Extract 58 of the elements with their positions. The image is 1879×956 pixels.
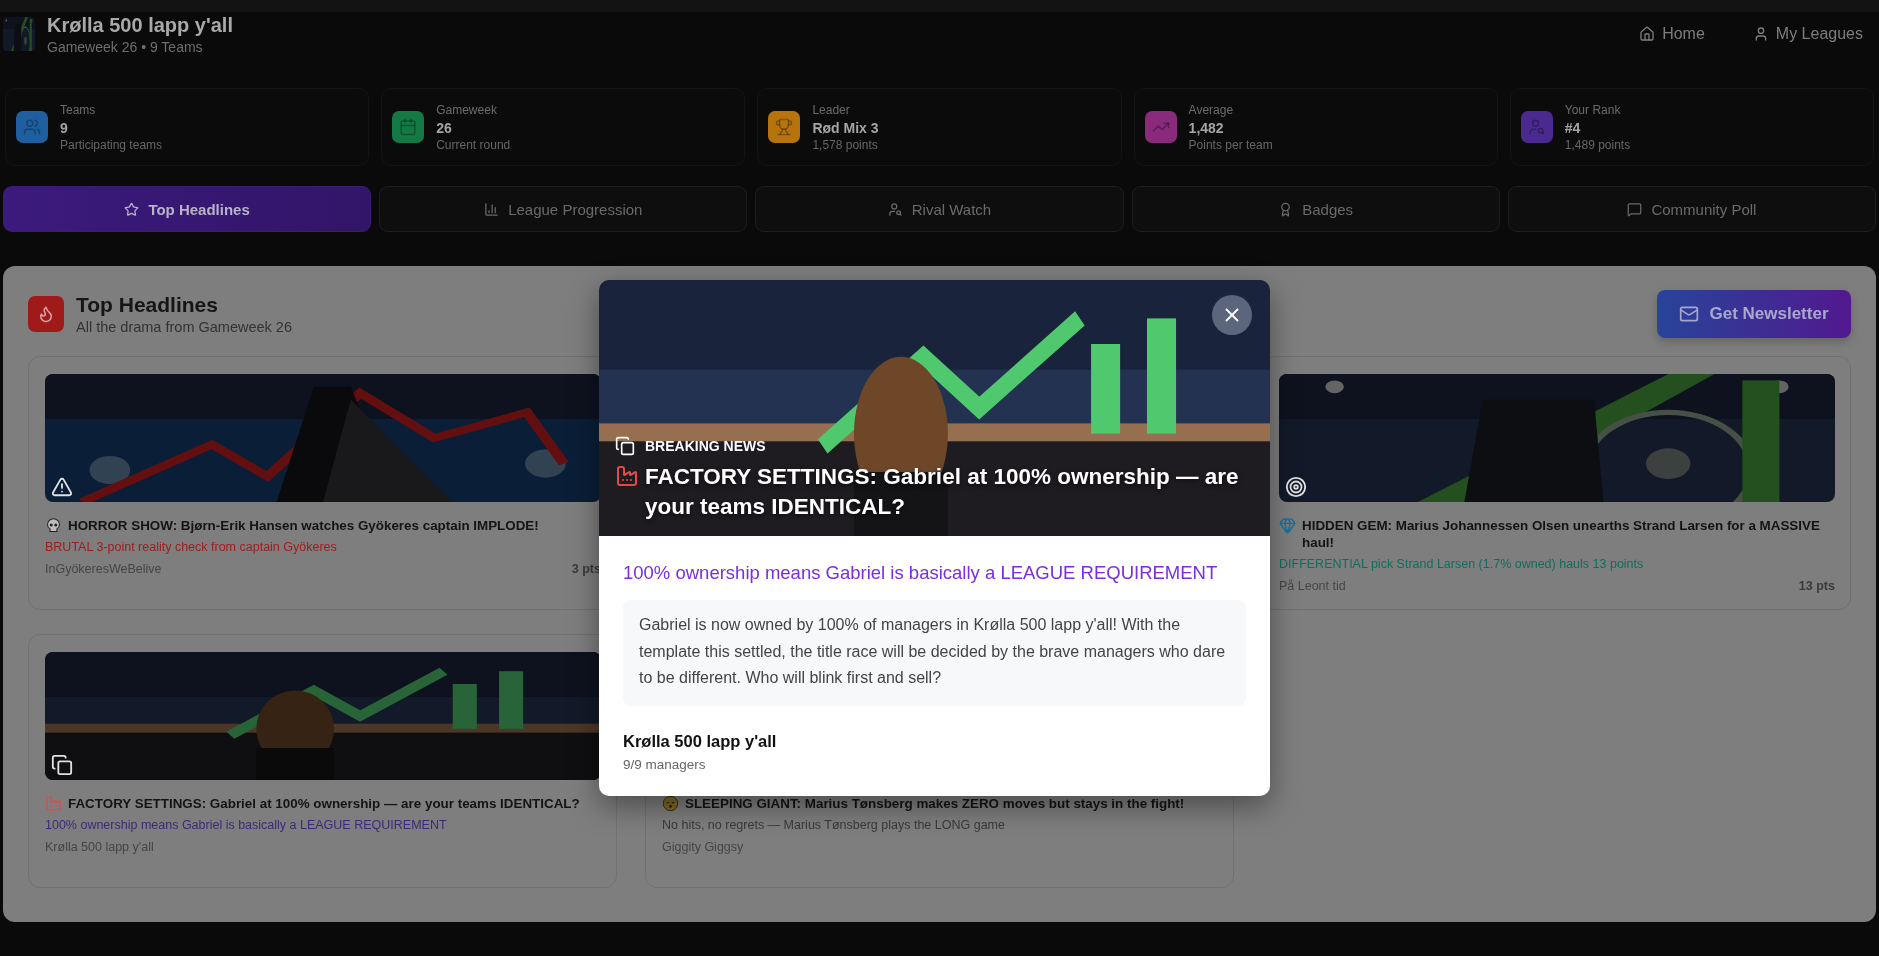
- dialog-tagline: 100% ownership means Gabriel is basically a LEAGUE REQUIREMENT: [623, 562, 1219, 584]
- stat-label: Teams: [60, 102, 97, 117]
- tab[interactable]: Rival Watch: [755, 186, 1124, 232]
- stat-note: Current round: [436, 137, 511, 152]
- league-title: Krølla 500 lapp y'all: [47, 13, 234, 37]
- gem-icon: [1279, 517, 1296, 534]
- points-value: 13 pts: [1798, 579, 1835, 593]
- stat-label: Gameweek: [436, 102, 498, 117]
- tab[interactable]: Community Poll: [1507, 186, 1876, 232]
- author-name: Krølla 500 lapp y'all: [45, 840, 154, 854]
- copy-icon: [51, 754, 73, 776]
- headline-title: HIDDEN GEM: Marius Johannessen Olsen unearths Strand Larsen for a MASSIVE haul!: [1302, 517, 1821, 551]
- newsletter-button[interactable]: Get Newsletter: [1657, 290, 1851, 338]
- author-name: InGyökeresWeBelive: [45, 562, 162, 576]
- stat-value: 1,482: [1188, 119, 1225, 136]
- stat-note: Participating teams: [60, 137, 163, 152]
- stat-note: 1,489 points: [1564, 137, 1631, 152]
- headline-title: FACTORY SETTINGS: Gabriel at 100% ownership — are your teams IDENTICAL?: [68, 795, 580, 812]
- bar-chart-icon: [484, 201, 500, 217]
- headline-tagline: No hits, no regrets — Marius Tønsberg plays the LONG game: [662, 818, 1006, 832]
- stat-label: Your Rank: [1564, 102, 1622, 117]
- section-title: Top Headlines: [76, 293, 219, 317]
- stat-value: #4: [1564, 119, 1582, 136]
- mail-icon: [1679, 304, 1700, 324]
- home-icon: [1639, 26, 1656, 42]
- warning-icon: [51, 476, 73, 498]
- headline-tagline: BRUTAL 3-point reality check from captain Gyökeres: [45, 540, 338, 554]
- skull-icon: [45, 517, 62, 534]
- headline-tagline: DIFFERENTIAL pick Strand Larsen (1.7% owned) hauls 13 points: [1279, 557, 1645, 571]
- stat-value: Rød Mix 3: [812, 119, 879, 136]
- manager-count: 9/9 managers: [623, 756, 707, 772]
- target-icon: [1285, 476, 1307, 498]
- message-icon: [1627, 201, 1643, 217]
- tab[interactable]: League Progression: [379, 186, 748, 232]
- sleeping-face-icon: [662, 795, 679, 812]
- flame-icon: [28, 296, 64, 332]
- stat-value: 9: [60, 119, 69, 136]
- league-subtitle: Gameweek 26 • 9 Teams: [47, 38, 204, 55]
- league-name: Krølla 500 lapp y'all: [623, 731, 778, 751]
- stat-value: 26: [436, 119, 453, 136]
- nav-link[interactable]: My Leagues: [1752, 25, 1863, 43]
- headline-tagline: 100% ownership means Gabriel is basically a LEAGUE REQUIREMENT: [45, 818, 448, 832]
- dialog-body: Gabriel is now owned by 100% of managers in Krølla 500 lapp y'all! With the template this settled, the title race will be decided by the brave managers who dare to be different. Who will blink first and sell?: [623, 600, 1246, 706]
- section-subtitle: All the drama from Gameweek 26: [76, 319, 292, 335]
- tab[interactable]: Badges: [1131, 186, 1500, 232]
- star-icon: [124, 201, 140, 217]
- headline-title: HORROR SHOW: Bjørn-Erik Hansen watches Gyökeres captain IMPLODE!: [68, 517, 539, 534]
- user-search-icon: [887, 201, 903, 217]
- stat-label: Leader: [812, 102, 851, 117]
- factory-icon: [45, 795, 62, 812]
- stat-note: Points per team: [1188, 137, 1273, 152]
- tab[interactable]: Top Headlines: [3, 186, 372, 232]
- stat-label: Average: [1188, 102, 1235, 117]
- headline-card[interactable]: FACTORY SETTINGS: Gabriel at 100% ownership — are your teams IDENTICAL? 100% ownership means Gabriel is basically a LEAGUE REQUIREMENT Krølla 500 lapp y'all: [28, 634, 617, 888]
- stat-note: 1,578 points: [812, 137, 879, 152]
- author-name: Giggity Giggsy: [662, 840, 744, 854]
- nav-link[interactable]: Home: [1639, 25, 1705, 43]
- headline-title: SLEEPING GIANT: Marius Tønsberg makes ZERO moves but stays in the fight!: [685, 795, 1185, 812]
